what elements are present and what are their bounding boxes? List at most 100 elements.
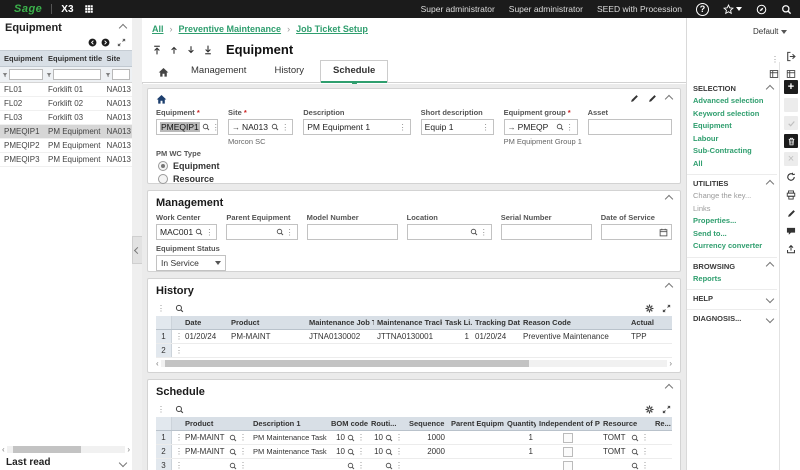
sidebar-item-equipment[interactable]: Equipment (693, 120, 773, 133)
table-menu-icon[interactable] (157, 404, 165, 414)
field-options-icon[interactable] (286, 227, 294, 237)
radio-resource[interactable]: Resource (158, 174, 672, 184)
collapse-browsing-icon[interactable] (766, 262, 774, 270)
independent-checkbox[interactable] (563, 447, 573, 457)
collapse-selection-icon[interactable] (766, 84, 774, 92)
history-hscrollbar[interactable] (156, 359, 672, 367)
sidebar-item-sub-contracting[interactable]: Sub-Contracting (693, 145, 773, 158)
col-description-1[interactable]: Description 1 (250, 419, 328, 428)
date-of-service-field[interactable] (601, 224, 672, 240)
last-record-icon[interactable] (203, 45, 213, 55)
refresh-icon[interactable] (784, 170, 798, 184)
lookup-icon[interactable] (631, 462, 639, 470)
lookup-icon[interactable] (271, 123, 279, 131)
schedule-row[interactable]: 1 PM-MAINT PM Maintenance Task 10 10 100… (156, 431, 672, 445)
filter-icon[interactable] (105, 72, 111, 78)
role-menu[interactable]: Super administrator (509, 4, 583, 14)
location-field[interactable] (407, 224, 492, 240)
tab-history[interactable]: History (262, 61, 316, 82)
schedule-row[interactable]: 3 (156, 459, 672, 470)
lookup-icon[interactable] (556, 123, 564, 131)
table-expand-icon[interactable] (662, 304, 671, 313)
previous-page-icon[interactable] (88, 38, 97, 47)
lookup-icon[interactable] (631, 434, 639, 442)
parent-equipment-field[interactable] (226, 224, 297, 240)
lookup-icon[interactable] (276, 228, 284, 236)
model-number-field[interactable] (307, 224, 398, 240)
expand-diagnosis-icon[interactable] (766, 314, 774, 322)
first-record-icon[interactable] (152, 45, 162, 55)
sidebar-item-keyword-selection[interactable]: Keyword selection (693, 108, 773, 121)
col-site[interactable]: Site (103, 51, 132, 66)
table-settings-gear-icon[interactable] (645, 304, 654, 313)
filter-title-input[interactable] (53, 69, 101, 80)
lookup-icon[interactable] (631, 448, 639, 456)
lookup-icon[interactable] (195, 228, 203, 236)
lookup-icon[interactable] (385, 462, 393, 470)
field-options-icon[interactable] (480, 227, 488, 237)
navigation-compass-icon[interactable] (756, 4, 767, 15)
lookup-icon[interactable] (202, 123, 210, 131)
favorites-icon[interactable] (723, 4, 742, 15)
table-settings-gear-icon[interactable] (645, 405, 654, 414)
col-quantity[interactable]: Quantity (504, 419, 536, 428)
lookup-icon[interactable] (385, 434, 393, 442)
sidebar-item-advanced-selection[interactable]: Advanced selection (693, 95, 773, 108)
jump-to-icon[interactable] (232, 122, 240, 132)
col-sequence[interactable]: Sequence (406, 419, 448, 428)
delete-button[interactable] (784, 134, 798, 148)
col-maintenance-tracking[interactable]: Maintenance Trackin... (374, 318, 442, 327)
col-routing[interactable]: Routi... (368, 419, 406, 428)
col-re[interactable]: Re... (652, 419, 672, 428)
layout-table-top-icon[interactable] (786, 69, 796, 79)
col-maintenance-job-ticket[interactable]: Maintenance Job Tick... (306, 318, 374, 327)
sidebar-item-reports[interactable]: Reports (693, 273, 773, 286)
sidebar-item-properties[interactable]: Properties... (693, 215, 773, 228)
collapse-management-icon[interactable] (665, 195, 673, 203)
short-description-field[interactable]: Equip 1 (421, 119, 494, 135)
schedule-row[interactable]: 2 PM-MAINT PM Maintenance Task 10 10 200… (156, 445, 672, 459)
col-parent-equipment[interactable]: Parent Equipment (448, 419, 504, 428)
global-search-icon[interactable] (781, 4, 792, 15)
list-item[interactable]: FL01Forklift 01NA013 (0, 83, 132, 97)
apps-grid-icon[interactable] (84, 4, 94, 14)
list-item[interactable]: FL03Forklift 03NA013 (0, 111, 132, 125)
col-reason-code[interactable]: Reason Code (520, 318, 628, 327)
col-tracking-date[interactable]: Tracking Date (472, 318, 520, 327)
breadcrumb-preventive-maintenance[interactable]: Preventive Maintenance (179, 24, 282, 34)
next-record-icon[interactable] (186, 45, 196, 55)
list-item-selected[interactable]: PMEQIP1PM Equipment 1NA013 (0, 125, 132, 139)
tab-home[interactable] (152, 63, 175, 82)
lookup-icon[interactable] (347, 448, 355, 456)
site-field[interactable]: NA013 (228, 119, 293, 135)
description-field[interactable]: PM Equipment 1 (303, 119, 410, 135)
asset-field[interactable] (588, 119, 672, 135)
list-item[interactable]: FL02Forklift 02NA013 (0, 97, 132, 111)
lookup-icon[interactable] (229, 448, 237, 456)
print-icon[interactable] (784, 188, 798, 202)
export-icon[interactable] (784, 242, 798, 256)
filter-icon[interactable] (2, 72, 8, 78)
left-panel-hscrollbar[interactable] (2, 445, 130, 453)
history-row[interactable]: 1 01/20/24 PM-MAINT JTNA0130002 JTTNA013… (156, 330, 672, 344)
col-product[interactable]: Product (228, 318, 306, 327)
previous-record-icon[interactable] (169, 45, 179, 55)
filter-site-input[interactable] (112, 69, 130, 80)
lookup-icon[interactable] (385, 448, 393, 456)
field-options-icon[interactable] (212, 122, 220, 132)
collapse-left-panel-icon[interactable] (119, 24, 127, 32)
col-independent-of-parent[interactable]: Independent of Parent (536, 419, 600, 428)
tab-schedule[interactable]: Schedule (320, 60, 388, 82)
equipment-status-select[interactable]: In Service (156, 255, 226, 271)
serial-number-field[interactable] (501, 224, 592, 240)
filter-equipment-input[interactable] (9, 69, 43, 80)
next-page-icon[interactable] (101, 38, 110, 47)
equipment-group-field[interactable]: PMEQP (504, 119, 578, 135)
col-task-line[interactable]: Task Li... (442, 318, 472, 327)
col-bom-code[interactable]: BOM code (328, 419, 368, 428)
radio-equipment[interactable]: Equipment (158, 161, 672, 171)
panel-menu-icon[interactable] (771, 54, 779, 64)
attachment-pencil-icon[interactable] (784, 206, 798, 220)
tab-management[interactable]: Management (179, 61, 258, 82)
view-selector[interactable]: Default (753, 27, 787, 36)
